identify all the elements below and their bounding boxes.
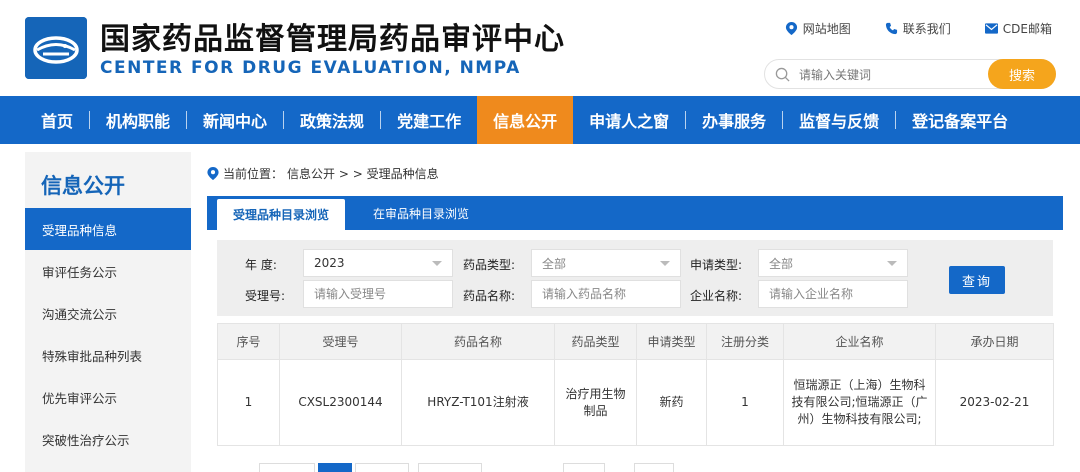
site-title-cn: 国家药品监督管理局药品审评中心 bbox=[100, 22, 565, 57]
accept-no-input[interactable] bbox=[314, 287, 452, 301]
pagination-next[interactable] bbox=[355, 463, 409, 472]
results-table: 序号 受理号 药品名称 药品类型 申请类型 注册分类 企业名称 承办日期 1 C… bbox=[217, 323, 1054, 446]
top-links: 网站地图 联系我们 CDE邮箱 bbox=[785, 20, 1052, 37]
year-label: 年 度: bbox=[245, 258, 277, 272]
mail-link[interactable]: CDE邮箱 bbox=[984, 20, 1052, 37]
col-header-drug-name: 药品名称 bbox=[401, 323, 555, 360]
sitemap-link[interactable]: 网站地图 bbox=[785, 20, 851, 37]
cell-drug-type: 治疗用生物制品 bbox=[554, 359, 637, 446]
company-field-box bbox=[758, 280, 908, 308]
chevron-down-icon bbox=[660, 261, 670, 266]
drug-type-select[interactable]: 全部 bbox=[531, 249, 681, 277]
cell-accept-no: CXSL2300144 bbox=[279, 359, 402, 446]
sidebar-item-accepted[interactable]: 受理品种信息 bbox=[25, 208, 191, 250]
nav-news[interactable]: 新闻中心 bbox=[187, 96, 283, 144]
drug-name-field-box bbox=[531, 280, 681, 308]
pagination-last[interactable] bbox=[418, 463, 482, 472]
tab-in-review-catalog[interactable]: 在审品种目录浏览 bbox=[373, 196, 469, 230]
sidebar: 信息公开 受理品种信息 审评任务公示 沟通交流公示 特殊审批品种列表 优先审评公… bbox=[25, 152, 191, 472]
location-icon bbox=[207, 167, 219, 180]
search-icon bbox=[775, 67, 790, 82]
sidebar-item-priority-review[interactable]: 优先审评公示 bbox=[25, 376, 191, 418]
drug-type-label: 药品类型: bbox=[463, 258, 516, 272]
site-search: 搜索 bbox=[764, 59, 1056, 89]
sidebar-title: 信息公开 bbox=[41, 174, 125, 198]
sidebar-item-special-approval[interactable]: 特殊审批品种列表 bbox=[25, 334, 191, 376]
nav-registration[interactable]: 登记备案平台 bbox=[896, 96, 1024, 144]
mail-icon bbox=[984, 23, 998, 34]
col-header-reg-class: 注册分类 bbox=[706, 323, 784, 360]
accept-no-field-box bbox=[303, 280, 453, 308]
sidebar-item-communication[interactable]: 沟通交流公示 bbox=[25, 292, 191, 334]
breadcrumb-prefix: 当前位置： bbox=[223, 167, 284, 181]
tab-bar: 受理品种目录浏览 在审品种目录浏览 bbox=[207, 196, 1063, 230]
mail-link-label: CDE邮箱 bbox=[1002, 22, 1052, 36]
sidebar-item-breakthrough[interactable]: 突破性治疗公示 bbox=[25, 418, 191, 460]
year-select[interactable]: 2023 bbox=[303, 249, 453, 277]
sidebar-item-review-tasks[interactable]: 审评任务公示 bbox=[25, 250, 191, 292]
drug-name-label: 药品名称: bbox=[463, 289, 516, 303]
pagination-go-button[interactable] bbox=[634, 463, 674, 472]
map-pin-icon bbox=[785, 22, 797, 35]
cell-apply-type: 新药 bbox=[636, 359, 707, 446]
main-nav: 首页 机构职能 新闻中心 政策法规 党建工作 信息公开 申请人之窗 办事服务 监… bbox=[0, 96, 1080, 144]
accept-no-label: 受理号: bbox=[245, 289, 286, 303]
phone-icon bbox=[885, 22, 897, 35]
nav-feedback[interactable]: 监督与反馈 bbox=[783, 96, 895, 144]
nav-home[interactable]: 首页 bbox=[25, 96, 89, 144]
nav-party[interactable]: 党建工作 bbox=[381, 96, 477, 144]
apply-type-select[interactable]: 全部 bbox=[758, 249, 908, 277]
col-header-accept-no: 受理号 bbox=[279, 323, 402, 360]
cell-reg-class: 1 bbox=[706, 359, 784, 446]
cell-date: 2023-02-21 bbox=[935, 359, 1054, 446]
company-label: 企业名称: bbox=[690, 289, 743, 303]
breadcrumb-path[interactable]: 信息公开 > > 受理品种信息 bbox=[287, 165, 439, 182]
apply-type-select-value: 全部 bbox=[769, 256, 794, 271]
apply-type-label: 申请类型: bbox=[690, 258, 743, 272]
chevron-down-icon bbox=[432, 261, 442, 266]
search-input[interactable] bbox=[799, 65, 979, 85]
table-header-row: 序号 受理号 药品名称 药品类型 申请类型 注册分类 企业名称 承办日期 bbox=[217, 323, 1054, 360]
nav-policy[interactable]: 政策法规 bbox=[284, 96, 380, 144]
nav-functions[interactable]: 机构职能 bbox=[90, 96, 186, 144]
pagination-page-input[interactable] bbox=[563, 463, 605, 472]
cell-index: 1 bbox=[217, 359, 280, 446]
nav-info-public[interactable]: 信息公开 bbox=[477, 96, 574, 144]
cell-company: 恒瑞源正（上海）生物科技有限公司;恒瑞源正（广州）生物科技有限公司; bbox=[783, 359, 936, 446]
drug-type-select-value: 全部 bbox=[542, 256, 567, 271]
pagination-current-page[interactable] bbox=[318, 463, 352, 472]
nav-applicant[interactable]: 申请人之窗 bbox=[573, 96, 685, 144]
contact-link-label: 联系我们 bbox=[902, 22, 951, 36]
col-header-date: 承办日期 bbox=[935, 323, 1054, 360]
table-row[interactable]: 1 CXSL2300144 HRYZ-T101注射液 治疗用生物制品 新药 1 … bbox=[217, 359, 1054, 446]
site-title-en: CENTER FOR DRUG EVALUATION, NMPA bbox=[100, 58, 521, 78]
breadcrumb: 当前位置： 信息公开 > > 受理品种信息 bbox=[207, 165, 439, 182]
filter-panel: 年 度: 2023 药品类型: 全部 申请类型: 全部 受理号: 药品名称: 企… bbox=[217, 240, 1053, 316]
pagination-prev[interactable] bbox=[259, 463, 315, 472]
col-header-company: 企业名称 bbox=[783, 323, 936, 360]
chevron-down-icon bbox=[887, 261, 897, 266]
cde-logo[interactable] bbox=[25, 17, 87, 79]
contact-link[interactable]: 联系我们 bbox=[885, 20, 951, 37]
col-header-apply-type: 申请类型 bbox=[636, 323, 707, 360]
company-input[interactable] bbox=[769, 287, 907, 301]
drug-name-input[interactable] bbox=[542, 287, 680, 301]
year-select-value: 2023 bbox=[314, 256, 345, 270]
sitemap-link-label: 网站地图 bbox=[802, 22, 851, 36]
site-header: 国家药品监督管理局药品审评中心 CENTER FOR DRUG EVALUATI… bbox=[0, 0, 1080, 96]
query-button[interactable]: 查询 bbox=[949, 266, 1005, 294]
tab-accepted-catalog[interactable]: 受理品种目录浏览 bbox=[217, 199, 345, 230]
search-button[interactable]: 搜索 bbox=[988, 59, 1056, 89]
nav-services[interactable]: 办事服务 bbox=[686, 96, 782, 144]
col-header-index: 序号 bbox=[217, 323, 280, 360]
cell-drug-name: HRYZ-T101注射液 bbox=[401, 359, 555, 446]
col-header-drug-type: 药品类型 bbox=[554, 323, 637, 360]
